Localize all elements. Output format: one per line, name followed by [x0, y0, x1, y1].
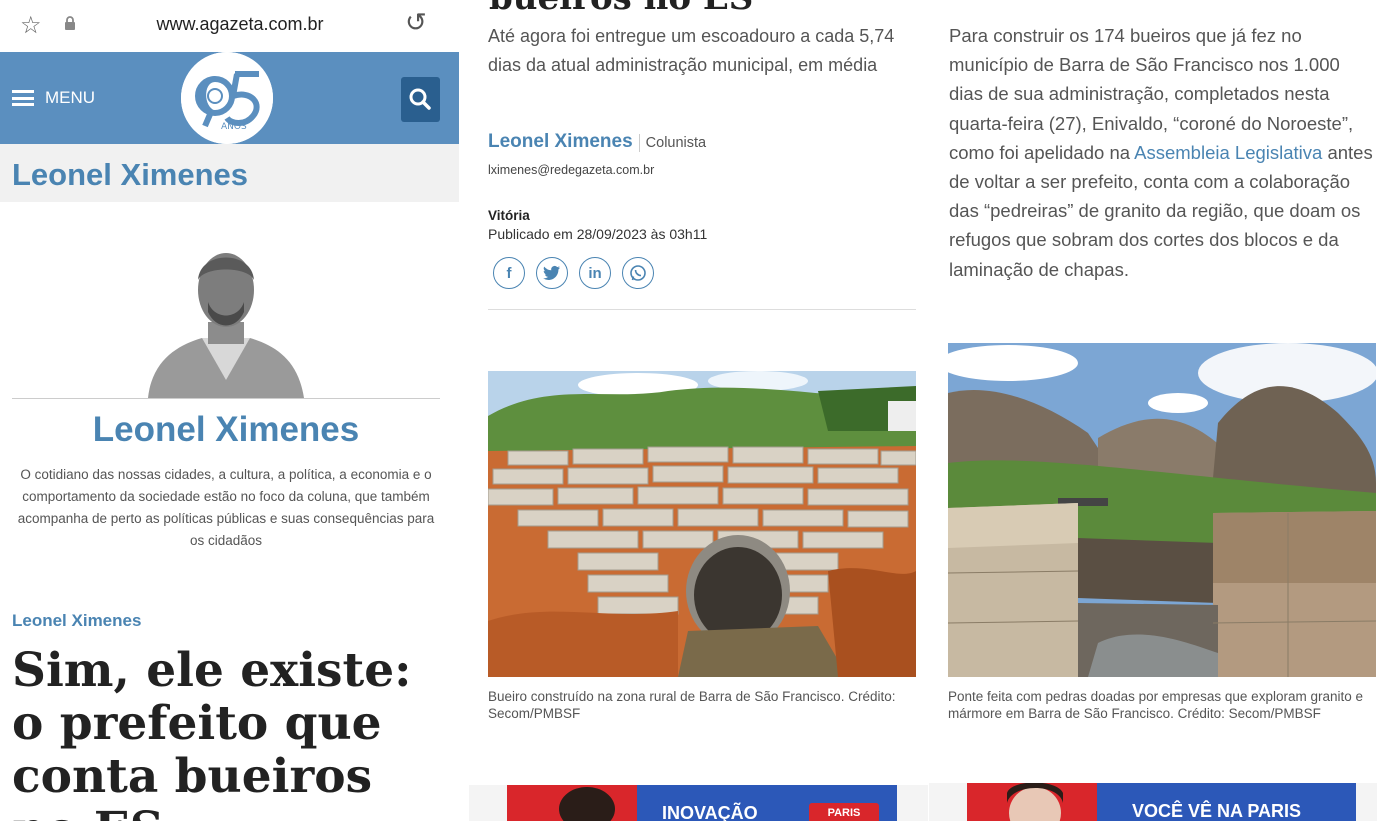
ad-headline: VOCÊ VÊ NA PARIS — [1132, 801, 1302, 821]
mobile-page-panel-3: Para construir os 174 bueiros que já fez… — [929, 0, 1377, 821]
column-description: O cotidiano das nossas cidades, a cultur… — [17, 467, 435, 548]
site-header: MENU ANOS — [0, 52, 459, 144]
twitter-share-icon[interactable] — [536, 257, 568, 289]
facebook-share-icon[interactable]: f — [493, 257, 525, 289]
culvert-photo[interactable] — [488, 371, 916, 677]
assembleia-link[interactable]: Assembleia Legislativa — [1134, 142, 1322, 163]
search-button[interactable] — [401, 77, 440, 122]
logo-anos-text: ANOS — [221, 122, 247, 132]
article-paragraph: Para construir os 174 bueiros que já fez… — [949, 21, 1374, 284]
article-headline: Sim, ele existe: o prefeito que conta bu… — [12, 643, 412, 821]
author-role: Colunista — [645, 135, 707, 151]
photo-caption-2: Ponte feita com pedras doadas por empres… — [948, 689, 1363, 721]
stone-bridge-photo[interactable] — [948, 343, 1376, 677]
article-subtitle: Até agora foi entregue um escoadouro a c… — [488, 26, 895, 75]
whatsapp-logo-icon — [630, 265, 646, 281]
divider — [488, 309, 916, 310]
twitter-bird-icon — [543, 265, 560, 280]
headline-tail: bueiros no ES — [489, 0, 753, 18]
byline: Leonel Ximenes Colunista — [488, 131, 706, 153]
ad-person-image — [559, 787, 615, 821]
dateline-city: Vitória — [488, 208, 530, 223]
ad-banner: VOCÊ VÊ NA PARIS — [1097, 783, 1356, 821]
author-portrait — [148, 240, 304, 398]
article-kicker[interactable]: Leonel Ximenes — [12, 611, 141, 631]
advertisement-1[interactable]: INOVAÇÃO PARIS — [469, 785, 928, 821]
search-icon — [409, 88, 431, 110]
menu-label: MENU — [45, 88, 96, 107]
bookmark-star-icon[interactable]: ☆ — [20, 11, 42, 39]
share-buttons: f in — [493, 257, 654, 289]
linkedin-share-icon[interactable]: in — [579, 257, 611, 289]
author-email[interactable]: lximenes@redegazeta.com.br — [488, 163, 654, 177]
menu-button[interactable]: MENU — [12, 88, 95, 108]
advertisement-2[interactable]: VOCÊ VÊ NA PARIS — [929, 783, 1377, 821]
ad-brand-badge: PARIS — [809, 803, 879, 821]
reload-icon[interactable]: ↺ — [405, 8, 427, 38]
byline-separator — [638, 133, 640, 152]
author-link[interactable]: Leonel Ximenes — [488, 131, 633, 152]
ad-banner: INOVAÇÃO PARIS — [637, 785, 897, 821]
ad-person-image — [1007, 783, 1063, 821]
column-name-bar: Leonel Ximenes — [0, 144, 459, 202]
hamburger-icon — [12, 90, 34, 106]
ad-headline: INOVAÇÃO — [662, 803, 758, 821]
author-name-title: Leonel Ximenes — [92, 410, 360, 449]
publish-date: Publicado em 28/09/2023 às 03h11 — [488, 226, 708, 242]
ad-image — [967, 783, 1097, 821]
mobile-page-panel-2: bueiros no ES Até agora foi entregue um … — [469, 0, 928, 821]
column-name-bar-title[interactable]: Leonel Ximenes — [12, 157, 248, 193]
photo-caption-1: Bueiro construído na zona rural de Barra… — [488, 689, 896, 721]
mobile-page-panel-1: ☆ www.agazeta.com.br ↺ MENU ANOS Leonel … — [0, 0, 459, 821]
whatsapp-share-icon[interactable] — [622, 257, 654, 289]
ad-image — [507, 785, 637, 821]
divider — [12, 398, 440, 399]
url-text[interactable]: www.agazeta.com.br — [130, 14, 350, 35]
gazeta-95-logo[interactable]: ANOS — [181, 52, 273, 144]
browser-url-bar: ☆ www.agazeta.com.br ↺ — [0, 0, 459, 52]
lock-icon — [65, 16, 75, 30]
